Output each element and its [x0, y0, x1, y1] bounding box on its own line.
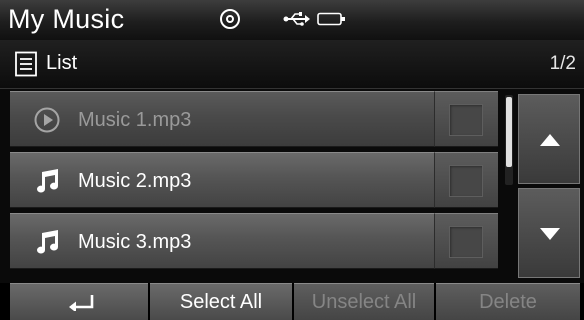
list-item-checkbox-cell[interactable]: [434, 152, 498, 208]
checkbox[interactable]: [449, 165, 483, 197]
list-header: List 1/2: [0, 40, 584, 89]
list-icon: [15, 51, 37, 77]
disc-icon: [220, 9, 240, 29]
scrollbar-track[interactable]: [505, 95, 513, 185]
list-label: List: [46, 52, 78, 74]
usb-icon: [283, 12, 310, 26]
list-item-checkbox-cell[interactable]: [434, 91, 498, 147]
bottom-toolbar: Select All Unselect All Delete: [0, 283, 584, 320]
arrow-up-icon: [540, 134, 560, 146]
select-all-button[interactable]: Select All: [150, 283, 292, 320]
battery-icon: [317, 12, 345, 26]
list-item[interactable]: Music 1.mp3: [10, 91, 434, 147]
scroll-up-button[interactable]: [518, 94, 580, 184]
scroll-down-button[interactable]: [518, 188, 580, 278]
list-item-label: Music 2.mp3: [78, 170, 192, 192]
delete-button[interactable]: Delete: [436, 283, 580, 320]
unselect-all-button[interactable]: Unselect All: [294, 283, 434, 320]
page-indicator: 1/2: [549, 53, 576, 74]
list-item-label: Music 3.mp3: [78, 231, 192, 253]
back-arrow-icon: [69, 295, 94, 311]
music-screen: My Music List 1/2 Music 1.mp3 Music 2.mp…: [0, 0, 584, 320]
play-icon: [34, 107, 60, 133]
list-item-checkbox-cell[interactable]: [434, 213, 498, 269]
list-item[interactable]: Music 2.mp3: [10, 152, 434, 208]
page-title: My Music: [8, 4, 125, 34]
music-note-icon: [37, 169, 59, 193]
list-item[interactable]: Music 3.mp3: [10, 213, 434, 269]
checkbox[interactable]: [449, 226, 483, 258]
checkbox[interactable]: [449, 104, 483, 136]
list-item-label: Music 1.mp3: [78, 109, 192, 131]
scrollbar-thumb[interactable]: [506, 97, 512, 167]
arrow-down-icon: [540, 228, 560, 240]
music-note-icon: [37, 230, 59, 254]
header-bar: My Music: [0, 0, 584, 41]
back-button[interactable]: [10, 283, 148, 320]
